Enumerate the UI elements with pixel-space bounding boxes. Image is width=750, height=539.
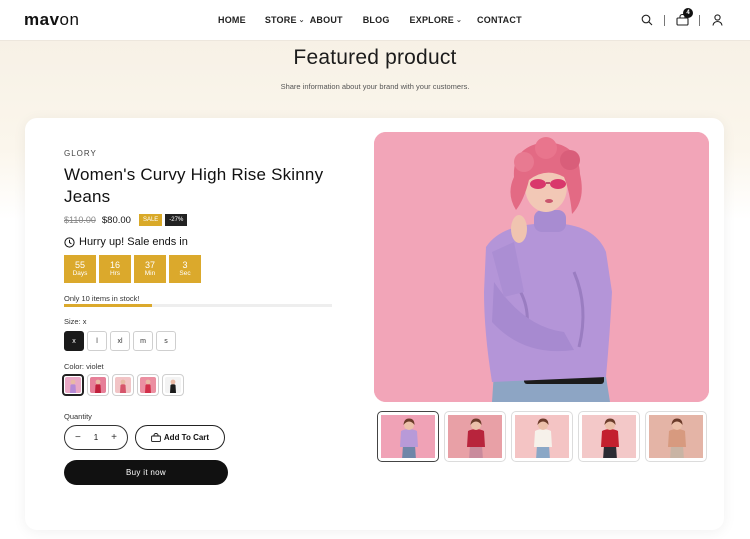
countdown-timer: 55 Days 16 Hrs 37 Min 3 Sec [64, 255, 204, 283]
sale-badge: SALE [138, 214, 163, 226]
countdown-hours: 16 Hrs [99, 255, 131, 283]
color-swatch-red[interactable] [87, 374, 109, 396]
main-product-image[interactable] [374, 132, 709, 402]
countdown-minutes: 37 Min [134, 255, 166, 283]
quantity-plus-button[interactable]: + [111, 432, 117, 443]
thumbnail-gallery [377, 411, 712, 462]
color-swatch-pink[interactable] [112, 374, 134, 396]
product-vendor: GLORY [64, 149, 97, 158]
header-icons: 4 [638, 8, 726, 29]
thumbnail-2[interactable] [444, 411, 506, 462]
quantity-minus-button[interactable]: − [75, 432, 81, 443]
search-icon[interactable] [638, 11, 656, 29]
compare-price: $110.00 [64, 215, 96, 225]
nav-about[interactable]: ABOUT [310, 15, 343, 25]
color-swatch-violet[interactable] [62, 374, 84, 396]
thumbnail-image [381, 415, 435, 458]
color-swatches [62, 374, 187, 396]
chevron-down-icon: ⌄ [455, 17, 463, 24]
size-option-xl[interactable]: xl [110, 331, 130, 351]
add-to-cart-label: Add To Cart [163, 433, 210, 442]
color-swatch-black[interactable] [162, 374, 184, 396]
size-option-s[interactable]: s [156, 331, 176, 351]
thumbnail-image [448, 415, 502, 458]
size-option-x[interactable]: x [64, 331, 84, 351]
nav-contact[interactable]: CONTACT [477, 15, 522, 25]
buy-now-button[interactable]: Buy it now [64, 460, 228, 485]
thumbnail-3[interactable] [511, 411, 573, 462]
section-subtitle: Share information about your brand with … [280, 82, 470, 91]
product-title: Women's Curvy High Rise Skinny Jeans [64, 165, 324, 206]
site-header: mavon HOME STORE ⌄ ABOUT BLOG EXPLORE ⌄ CO… [0, 0, 750, 40]
thumbnail-4[interactable] [578, 411, 640, 462]
cart-icon [151, 433, 161, 442]
chevron-down-icon: ⌄ [298, 17, 305, 24]
nav-store[interactable]: STORE ⌄ [265, 15, 305, 25]
size-option-m[interactable]: m [133, 331, 153, 351]
sale-countdown-heading: Hurry up! Sale ends in [64, 236, 188, 248]
user-icon[interactable] [708, 11, 726, 29]
color-swatch-rose[interactable] [137, 374, 159, 396]
quantity-label: Quantity [64, 412, 92, 421]
nav-home[interactable]: HOME [218, 15, 246, 25]
stock-text: Only 10 items in stock! [64, 294, 140, 303]
swatch-image [65, 377, 81, 393]
swatch-image [115, 377, 131, 393]
thumbnail-image [515, 415, 569, 458]
color-label: Color: violet [64, 362, 104, 371]
divider [664, 14, 665, 26]
countdown-days: 55 Days [64, 255, 96, 283]
price-row: $110.00 $80.00 SALE -27% [64, 214, 190, 226]
section-title: Featured product [293, 46, 457, 69]
quantity-stepper: − 1 + [64, 425, 128, 450]
swatch-image [165, 377, 181, 393]
swatch-image [90, 377, 106, 393]
size-options: x l xl m s [64, 331, 179, 351]
stock-progress-bar [64, 304, 332, 307]
add-to-cart-button[interactable]: Add To Cart [135, 425, 225, 450]
clock-icon [64, 236, 75, 248]
thumbnail-5[interactable] [645, 411, 707, 462]
countdown-seconds: 3 Sec [169, 255, 201, 283]
size-label: Size: x [64, 317, 87, 326]
model-photo-illustration [374, 132, 709, 402]
size-option-l[interactable]: l [87, 331, 107, 351]
logo-text-bold: mav [24, 10, 60, 29]
divider [699, 14, 700, 26]
cart-icon[interactable]: 4 [673, 8, 693, 29]
stock-progress-fill [64, 304, 153, 307]
quantity-value[interactable]: 1 [94, 433, 98, 442]
thumbnail-1[interactable] [377, 411, 439, 462]
sale-price: $80.00 [101, 214, 131, 226]
swatch-image [140, 377, 156, 393]
brand-logo[interactable]: mavon [24, 10, 79, 30]
thumbnail-image [649, 415, 703, 458]
main-nav: HOME STORE ⌄ ABOUT BLOG EXPLORE ⌄ CONTACT [218, 0, 522, 40]
thumbnail-image [582, 415, 636, 458]
cart-count-badge: 4 [683, 8, 693, 18]
hurry-text: Hurry up! Sale ends in [79, 236, 188, 248]
nav-blog[interactable]: BLOG [363, 15, 390, 25]
logo-text-thin: on [59, 10, 80, 29]
nav-explore[interactable]: EXPLORE ⌄ [410, 15, 463, 25]
discount-badge: -27% [165, 214, 188, 226]
